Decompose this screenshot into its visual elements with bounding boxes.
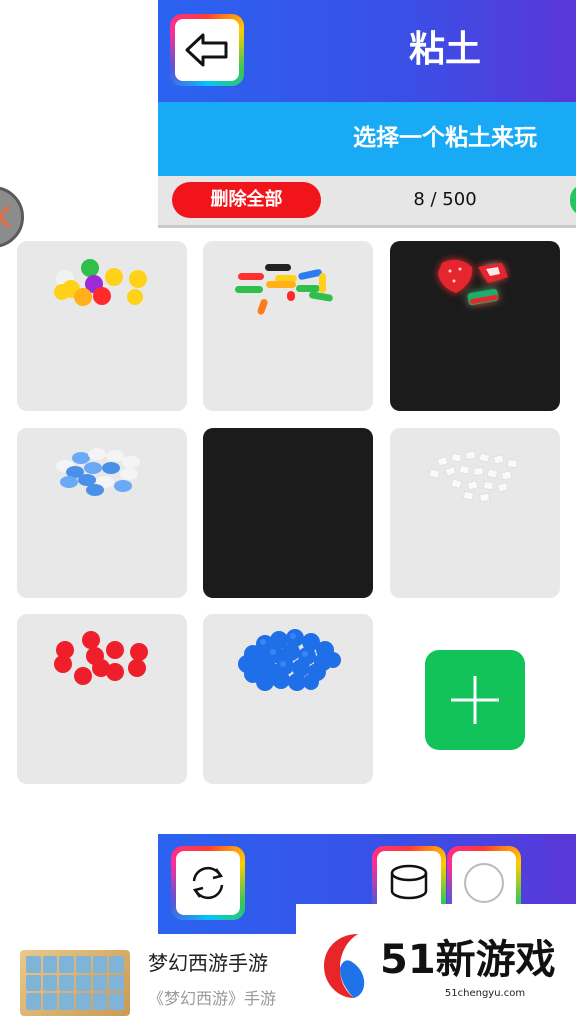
cylinder-icon bbox=[390, 864, 428, 900]
strawberry-candy-image bbox=[438, 259, 508, 306]
logo-mark-icon bbox=[324, 934, 365, 998]
logo-text: 51新游戏 bbox=[380, 937, 556, 983]
clay-tile-red-balls[interactable] bbox=[17, 614, 187, 784]
clay-tile-colorful-sticks[interactable] bbox=[203, 241, 373, 411]
subtitle: 选择一个粘土来玩 bbox=[353, 125, 537, 151]
refresh-button[interactable] bbox=[171, 846, 245, 920]
side-drawer-handle[interactable] bbox=[0, 186, 24, 248]
delete-all-button[interactable]: 删除全部 bbox=[172, 182, 321, 218]
ad-thumbnail[interactable] bbox=[20, 950, 130, 1016]
plus-icon bbox=[451, 676, 499, 724]
circle-icon bbox=[464, 863, 504, 903]
clay-tile-empty-black[interactable] bbox=[203, 428, 373, 598]
colorful-balls-image bbox=[54, 259, 147, 306]
chevron-left-icon bbox=[0, 205, 11, 229]
blue-white-chips-image bbox=[56, 448, 140, 496]
arrow-left-icon bbox=[185, 33, 228, 67]
white-flakes-image bbox=[428, 450, 518, 502]
ad-description: 《梦幻西游》手游 bbox=[148, 989, 277, 1008]
clay-tile-blue-white-chips[interactable] bbox=[17, 428, 187, 598]
clay-tile-strawberry-candy[interactable] bbox=[390, 241, 560, 411]
ad-title[interactable]: 梦幻西游手游 bbox=[148, 948, 308, 978]
clay-tile-white-flakes[interactable] bbox=[390, 428, 560, 598]
add-clay-button[interactable] bbox=[425, 650, 525, 750]
clay-tile-colorful-balls[interactable] bbox=[17, 241, 187, 411]
refresh-icon bbox=[192, 866, 224, 900]
clay-count: 8 / 500 bbox=[413, 189, 477, 210]
logo-url: 51chengyu.com bbox=[444, 988, 526, 999]
back-button[interactable] bbox=[170, 14, 244, 86]
colorful-sticks-image bbox=[235, 264, 333, 315]
blue-balls-image bbox=[238, 629, 341, 691]
red-balls-image bbox=[54, 631, 148, 685]
clay-tile-blue-balls[interactable] bbox=[203, 614, 373, 784]
page-title: 粘土 bbox=[408, 29, 481, 70]
